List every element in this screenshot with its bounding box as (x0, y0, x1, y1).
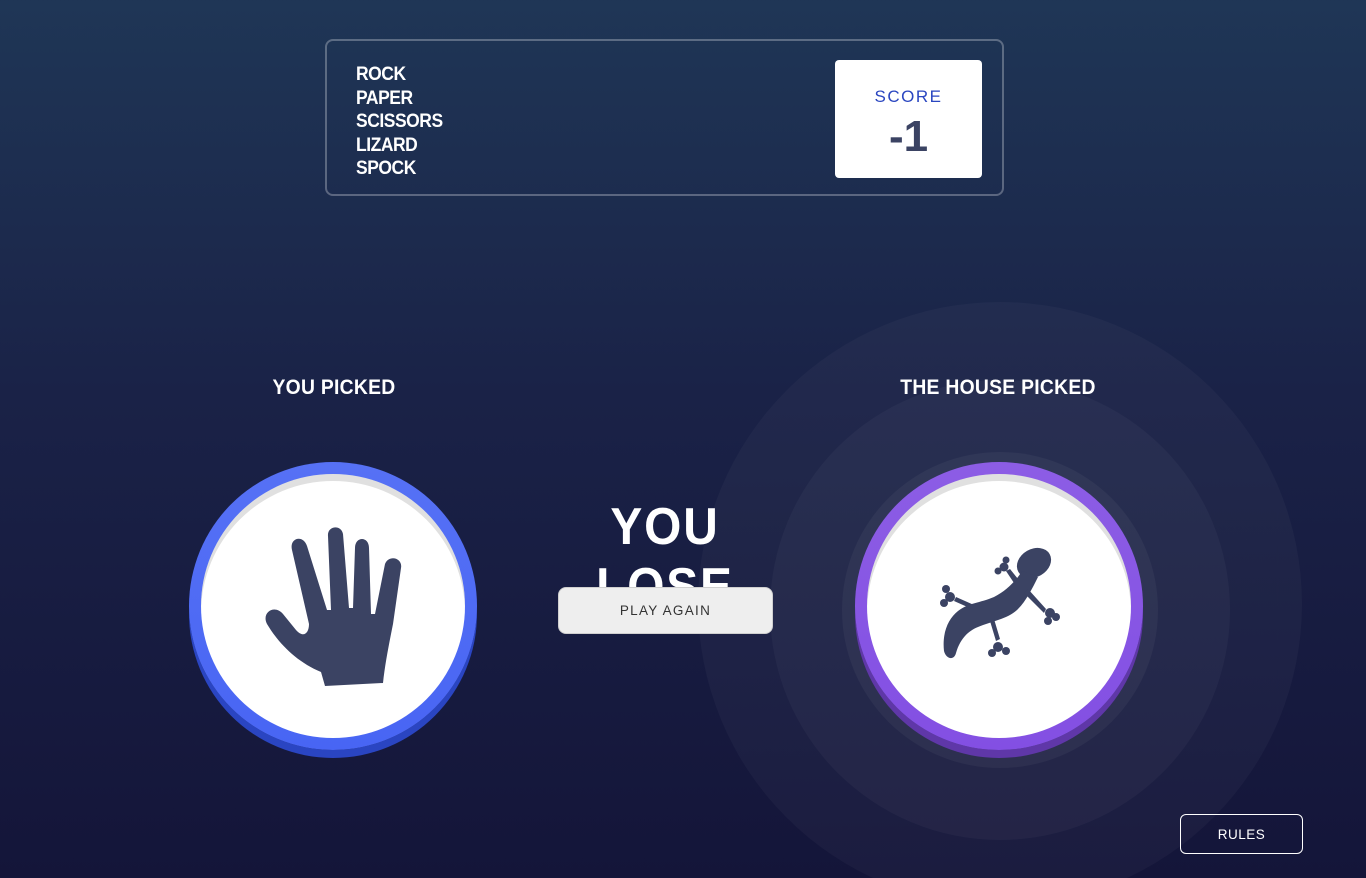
score-header: ROCK PAPER SCISSORS LIZARD SPOCK SCORE -… (325, 39, 1004, 196)
title-word-paper: PAPER (356, 87, 413, 109)
house-token-face (867, 474, 1131, 738)
score-label: SCORE (874, 87, 943, 106)
hand-paper-icon (265, 527, 402, 686)
lizard-icon (940, 547, 1060, 659)
player-choice-paper-token (189, 462, 477, 750)
title-word-scissors: SCISSORS (356, 111, 443, 132)
rules-button[interactable]: RULES (1180, 814, 1303, 854)
game-title: ROCK PAPER SCISSORS LIZARD SPOCK (356, 63, 450, 181)
score-box: SCORE -1 (835, 60, 982, 178)
score-value: -1 (888, 112, 929, 161)
title-word-lizard: LIZARD (356, 134, 418, 156)
you-picked-label: YOU PICKED (272, 376, 396, 399)
title-word-spock: SPOCK (356, 158, 416, 179)
player-token-face (201, 474, 465, 738)
title-word-rock: ROCK (356, 64, 406, 85)
house-choice-lizard-token (855, 462, 1143, 750)
play-again-button[interactable]: PLAY AGAIN (558, 587, 773, 634)
